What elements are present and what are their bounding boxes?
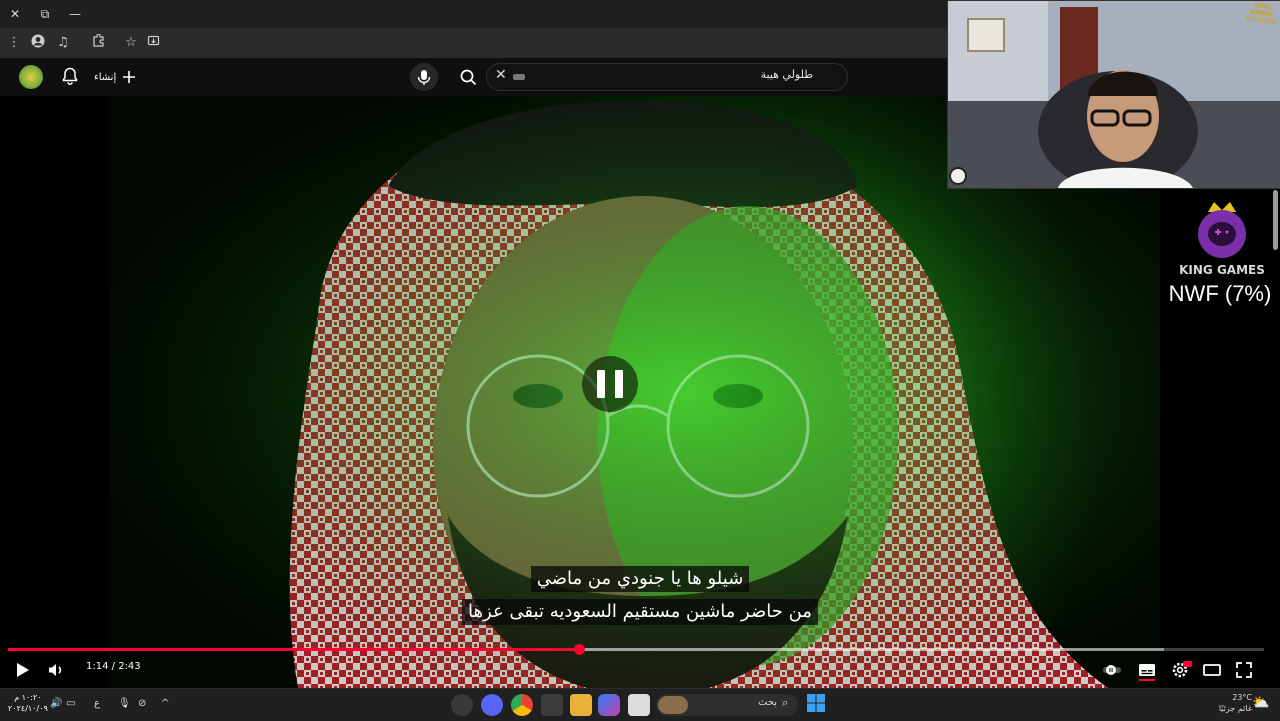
bookmark-star-icon[interactable]: ☆ [122, 34, 140, 52]
weather-widget[interactable]: 23°C غائم جزئيًا [1212, 692, 1252, 714]
time-separator: / [108, 661, 119, 672]
weather-temp: 23°C [1232, 693, 1252, 702]
volume-icon [49, 664, 62, 676]
clock-date: ٢٠٢٤/١٠/٠٩ [8, 704, 48, 713]
king-games-logo [1196, 198, 1248, 262]
page-scrollbar[interactable] [1273, 190, 1278, 250]
mute-button[interactable] [44, 658, 68, 682]
search-input[interactable]: ✕ طلولي هيبة [486, 63, 848, 91]
search-keyboard-chip[interactable] [513, 74, 525, 80]
notifications-bell-icon[interactable] [60, 66, 80, 86]
weather-text: غائم جزئيًا [1218, 704, 1252, 713]
search-button[interactable] [450, 63, 486, 91]
extensions-icon[interactable] [89, 33, 107, 52]
mic-tray-icon[interactable]: 🎙 [118, 698, 131, 709]
time-display: 1:14 / 2:43 [86, 661, 141, 672]
search-highlight-image [658, 696, 688, 714]
webcam-feed [948, 1, 1280, 188]
play-icon [17, 663, 29, 677]
play-button[interactable] [10, 658, 34, 682]
progress-buffer [579, 648, 1164, 651]
window-close-button[interactable]: ✕ [6, 5, 24, 23]
gear-icon [1172, 661, 1192, 678]
file-explorer-icon[interactable] [570, 694, 592, 716]
taskbar: ١٠:٢٠ م ٢٠٢٤/١٠/٠٩ 🔊 ▭ ع 🎙 ⊘ ^ بحث ⌕ 23°… [0, 688, 1280, 721]
player-controls: 1:14 / 2:43 [0, 654, 1280, 688]
speaker-icon[interactable]: 🔊 [50, 698, 62, 709]
theater-icon [1203, 664, 1221, 676]
subtitle-line-1: شيلو ها يا جنودي من ماضي [530, 566, 750, 592]
current-time: 1:14 [86, 661, 109, 672]
microphone-icon [417, 70, 431, 85]
fullscreen-button[interactable] [1232, 658, 1256, 682]
pause-indicator[interactable] [582, 356, 638, 412]
camera-off-icon[interactable]: ⊘ [138, 698, 146, 709]
create-label: إنشاء [94, 71, 117, 83]
stream-stat: NWF (7%) [1168, 281, 1272, 306]
autoplay-icon [1103, 665, 1121, 675]
progress-played [8, 648, 580, 651]
taskbar-search-icon: ⌕ [782, 696, 789, 709]
subtitle-line-2: من حاضر ماشين مستقيم السعوديه تبقى عزها [462, 599, 818, 625]
input-language[interactable]: ع [94, 698, 100, 709]
chrome-icon[interactable] [511, 694, 533, 716]
taskbar-search-placeholder: بحث [758, 697, 778, 708]
browser-menu-icon[interactable]: ⋮ [5, 34, 23, 52]
clock-time: ١٠:٢٠ م [14, 693, 42, 702]
settings-button[interactable] [1168, 658, 1192, 682]
captions-active-underline [1139, 679, 1155, 681]
copilot-icon[interactable] [598, 694, 620, 716]
subtitle-line-2-wrap: من حاضر ماشين مستقيم السعوديه تبقى عزها [0, 599, 1280, 625]
tray-overflow-icon[interactable]: ^ [161, 698, 169, 709]
profile-icon[interactable] [29, 34, 47, 52]
system-clock[interactable]: ١٠:٢٠ م ٢٠٢٤/١٠/٠٩ [8, 692, 48, 714]
duration: 2:43 [118, 661, 141, 672]
brand-name: KING GAMES [1179, 263, 1265, 277]
obs-icon[interactable] [451, 694, 473, 716]
network-icon[interactable]: ▭ [66, 698, 75, 709]
account-avatar[interactable] [19, 65, 43, 89]
autoplay-toggle[interactable] [1100, 658, 1124, 682]
search-query-text: طلولي هيبة [760, 68, 813, 81]
store-icon[interactable] [541, 694, 563, 716]
voice-search-button[interactable] [410, 63, 438, 91]
clear-search-icon[interactable]: ✕ [495, 67, 507, 83]
fullscreen-icon [1236, 662, 1252, 678]
task-view-icon[interactable] [628, 694, 650, 716]
plus-icon [123, 71, 136, 83]
discord-icon[interactable] [481, 694, 503, 716]
search-icon [460, 69, 477, 86]
webcam-overlay: KING NAWAF ALHAZMI [947, 0, 1280, 189]
subtitle-line-1-wrap: شيلو ها يا جنودي من ماضي [0, 566, 1280, 592]
taskbar-search[interactable]: بحث ⌕ [656, 694, 798, 716]
captions-button[interactable] [1135, 658, 1159, 682]
webcam-watermark: KING NAWAF ALHAZMI [1245, 1, 1277, 27]
window-restore-button[interactable]: ⧉ [36, 5, 54, 23]
media-controls-icon[interactable]: ♫ [54, 34, 72, 52]
progress-bar[interactable] [8, 644, 1264, 655]
window-minimize-button[interactable]: — [66, 5, 84, 23]
weather-cloud-icon: ⛅ [1252, 695, 1270, 711]
install-app-icon[interactable] [144, 34, 162, 52]
theater-mode-button[interactable] [1200, 658, 1224, 682]
create-button[interactable]: إنشاء [94, 65, 136, 89]
pause-icon [597, 370, 623, 398]
windows-start-icon[interactable] [806, 693, 826, 713]
